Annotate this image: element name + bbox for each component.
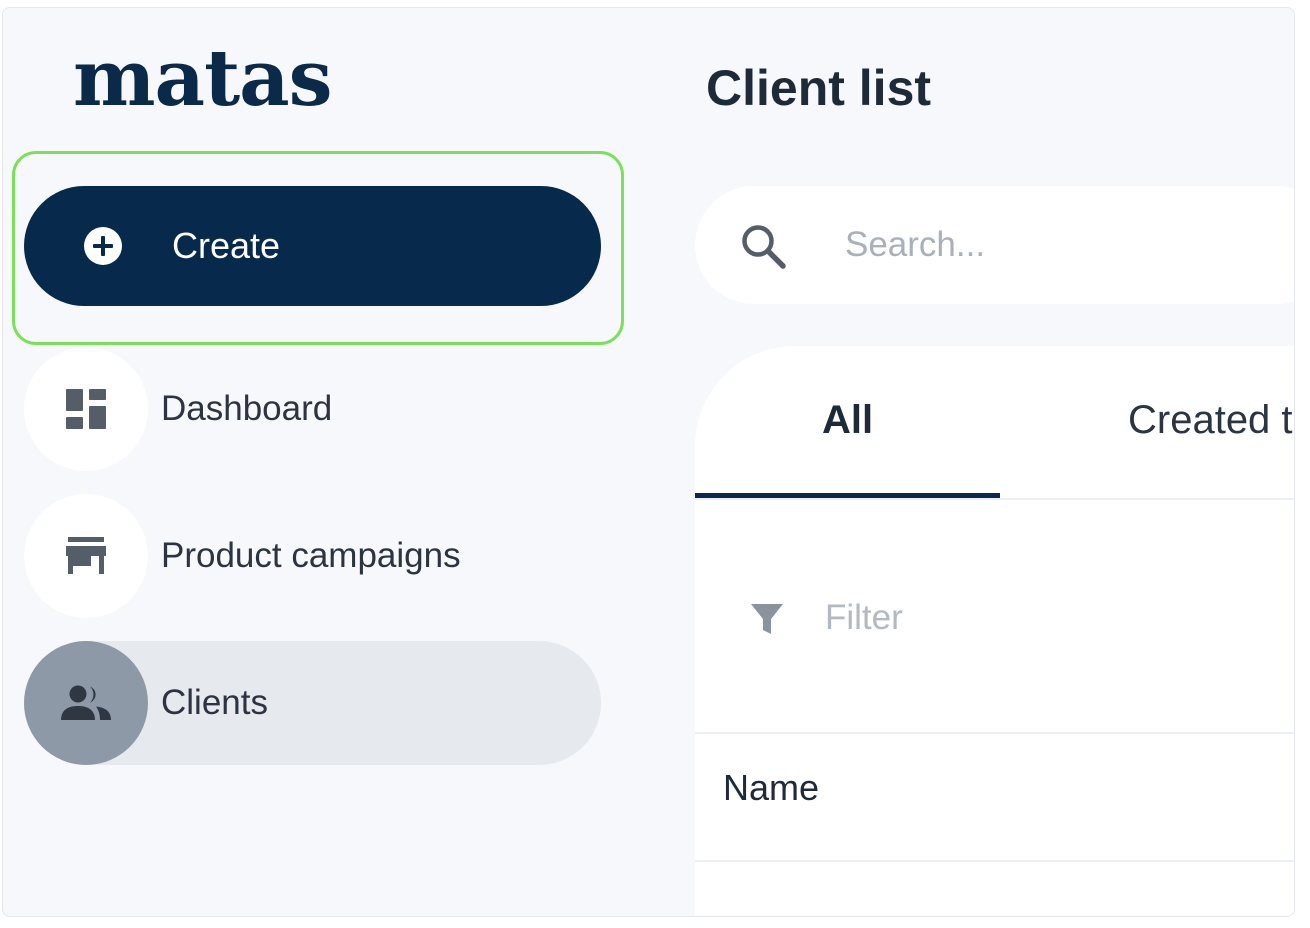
tab-label: All xyxy=(821,398,874,442)
sidebar-item-product-campaigns[interactable]: Product campaigns xyxy=(24,494,601,618)
search-input[interactable] xyxy=(845,222,1285,268)
app-window: matas Create Dashboard Product campaigns… xyxy=(2,7,1295,917)
tab-created[interactable]: Created t xyxy=(1000,346,1294,498)
sidebar-item-clients[interactable]: Clients xyxy=(24,641,601,765)
tabs-divider xyxy=(695,498,1294,500)
sidebar-item-label: Clients xyxy=(161,683,268,722)
tab-label: Created t xyxy=(1128,398,1293,442)
store-icon xyxy=(66,537,106,574)
client-list-panel: All Created t Filter Name xyxy=(695,346,1294,916)
sidebar-item-label: Dashboard xyxy=(161,389,333,428)
sidebar-icon-circle xyxy=(24,641,148,765)
sidebar-item-label: Product campaigns xyxy=(161,536,461,575)
column-header-name[interactable]: Name xyxy=(723,766,819,810)
search-icon xyxy=(742,225,786,269)
people-icon xyxy=(61,685,111,720)
page-title: Client list xyxy=(706,60,932,116)
plus-circle-icon xyxy=(84,227,122,265)
sidebar-icon-circle xyxy=(24,347,148,471)
table-top-divider xyxy=(695,732,1294,734)
sidebar-icon-circle xyxy=(24,494,148,618)
brand-logo: matas xyxy=(73,33,333,124)
create-button[interactable]: Create xyxy=(24,186,601,306)
dashboard-icon xyxy=(66,389,106,429)
create-button-label: Create xyxy=(172,225,281,266)
search-bar xyxy=(695,186,1294,304)
filter-icon xyxy=(751,604,783,634)
sidebar-item-dashboard[interactable]: Dashboard xyxy=(24,347,601,471)
filter-label: Filter xyxy=(825,598,903,637)
table-header-divider xyxy=(695,860,1294,862)
tab-all[interactable]: All xyxy=(695,346,1000,498)
